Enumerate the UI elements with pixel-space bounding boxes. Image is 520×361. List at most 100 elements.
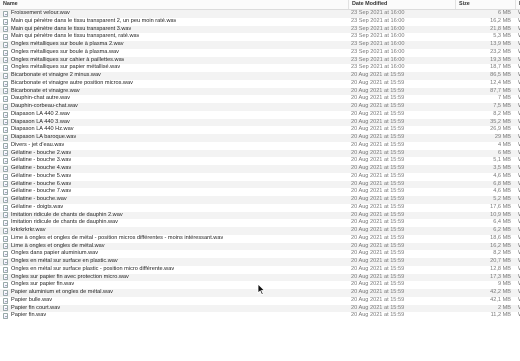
file-row[interactable]: Gélatine - bouche 4.wav 20 Aug 2021 at 15… <box>0 165 520 173</box>
file-row[interactable]: Diapason LA 440 2.wav 20 Aug 2021 at 15:5… <box>0 110 520 119</box>
file-name-cell[interactable]: Bicarbonate et vinaigre.wav <box>0 88 348 96</box>
file-name-cell[interactable]: Gélatine - bouche.wav <box>0 196 348 204</box>
file-row[interactable]: Ongles métalliques sur boule à plasma.wa… <box>0 48 520 57</box>
audio-file-icon <box>3 274 8 281</box>
column-header-date-modified[interactable]: Date Modified <box>348 0 455 9</box>
file-name-cell[interactable]: Gélatine - doigts.wav <box>0 204 348 212</box>
file-name-cell[interactable]: Dauphin-chat autre.wav <box>0 95 348 103</box>
file-row[interactable]: Gélatine - bouche 5.wav 20 Aug 2021 at 15… <box>0 172 520 181</box>
column-header-kind[interactable]: Kind <box>515 0 520 9</box>
file-name-cell[interactable]: Papier bulle.wav <box>0 297 348 305</box>
file-row[interactable]: Main qui pénètre dans le tissu transpare… <box>0 25 520 34</box>
file-size: 16,2 MB <box>490 17 511 24</box>
file-row[interactable]: Main qui pénètre dans le tissu transpare… <box>0 33 520 41</box>
file-name-cell[interactable]: Ongles dans papier aluminium.wav <box>0 250 348 258</box>
file-row[interactable]: Lime à ongles et ongles de métal.wav 20 A… <box>0 242 520 251</box>
file-row[interactable]: Gélatine - bouche 6.wav 20 Aug 2021 at 15… <box>0 180 520 189</box>
file-name-cell[interactable]: Ongles sur papier fin avec protection mi… <box>0 274 348 282</box>
file-row[interactable]: Gélatine - bouche.wav 20 Aug 2021 at 15:5… <box>0 196 520 204</box>
file-name-cell[interactable]: Imitation ridicule de chants de dauphin.… <box>0 219 348 227</box>
file-row[interactable]: Bicarbonate et vinaigre 2 minus.wav 20 Au… <box>0 72 520 80</box>
file-name-cell[interactable]: Gélatine - bouche 3.wav <box>0 157 348 165</box>
file-row[interactable]: Gélatine - bouche 3.wav 20 Aug 2021 at 15… <box>0 157 520 165</box>
file-name-cell[interactable]: Gélatine - bouche 2.wav <box>0 150 348 158</box>
file-name-cell[interactable]: Ongles sur papier fin.wav <box>0 281 348 289</box>
file-row[interactable]: Gélatine - doigts.wav 20 Aug 2021 at 15:5… <box>0 203 520 212</box>
file-date-modified: 20 Aug 2021 at 15:59 <box>351 110 405 117</box>
file-row[interactable]: Divers - jet d'eau.wav 20 Aug 2021 at 15:… <box>0 141 520 150</box>
file-row[interactable]: Papier fin.wav 20 Aug 2021 at 15:59 11,2 M… <box>0 312 520 320</box>
file-name-cell[interactable]: Ongles métalliques sur boule à plasma.wa… <box>0 49 348 57</box>
file-row[interactable]: Bicarbonate et vinaigre.wav 20 Aug 2021 a… <box>0 87 520 96</box>
file-name-cell[interactable]: Diapason LA baroque.wav <box>0 134 348 142</box>
file-name-cell[interactable]: Papier fin.wav <box>0 312 348 320</box>
audio-file-icon <box>3 49 8 56</box>
file-kind: Waveform audio <box>515 235 520 243</box>
file-name-cell[interactable]: Ongles en métal sur surface en plastic.w… <box>0 258 348 266</box>
file-name-cell[interactable]: Bicarbonate et vinaigre autre position m… <box>0 80 348 88</box>
file-row[interactable]: Ongles sur papier fin avec protection mi… <box>0 273 520 282</box>
file-name-cell[interactable]: Divers - jet d'eau.wav <box>0 142 348 150</box>
file-row[interactable]: Ongles en métal sur surface plastic - po… <box>0 265 520 274</box>
file-name-cell[interactable]: Gélatine - bouche 7.wav <box>0 188 348 196</box>
file-name-cell[interactable]: Lime à ongles et ongles de métal - posit… <box>0 235 348 243</box>
file-name-cell[interactable]: Main qui pénètre dans le tissu transpare… <box>0 26 348 34</box>
file-row[interactable]: Ongles métalliques sur boule à plasma 2.… <box>0 41 520 49</box>
file-row[interactable]: Lime à ongles et ongles de métal - posit… <box>0 234 520 243</box>
file-row[interactable]: krkrkrkrkr.wav 20 Aug 2021 at 15:59 6,2 MB… <box>0 227 520 235</box>
file-row[interactable]: Diapason LA 440 Hz.wav 20 Aug 2021 at 15:… <box>0 126 520 134</box>
file-date-modified: 20 Aug 2021 at 15:59 <box>351 157 405 164</box>
file-name-cell[interactable]: Imitation ridicule de chants de dauphin … <box>0 212 348 220</box>
file-name-cell[interactable]: Froissement velour.wav <box>0 10 348 18</box>
audio-file-icon <box>3 297 8 304</box>
file-size: 17,3 MB <box>490 273 511 280</box>
file-name-cell[interactable]: Diapason LA 440 3.wav <box>0 119 348 127</box>
column-header-size[interactable]: Size <box>455 0 515 9</box>
file-kind: Waveform audio <box>515 119 520 127</box>
file-size: 4,6 MB <box>493 188 511 195</box>
file-name-cell[interactable]: Gélatine - bouche 4.wav <box>0 165 348 173</box>
column-header-name[interactable]: Name <box>0 0 348 9</box>
file-row[interactable]: Froissement velour.wav 23 Sep 2021 at 16:… <box>0 10 520 18</box>
file-name-cell[interactable]: Lime à ongles et ongles de métal.wav <box>0 243 348 251</box>
file-date-modified: 20 Aug 2021 at 15:59 <box>351 180 405 187</box>
file-name: Froissement velour.wav <box>11 10 70 16</box>
file-kind: Waveform audio <box>515 227 520 235</box>
file-row[interactable]: Gélatine - bouche 2.wav 20 Aug 2021 at 15… <box>0 149 520 158</box>
file-date-modified: 20 Aug 2021 at 15:59 <box>351 265 405 272</box>
file-name-cell[interactable]: Dauphin-corbeau-chat.wav <box>0 103 348 111</box>
file-row[interactable]: Ongles métalliques sur papier métallisé.… <box>0 64 520 72</box>
file-name-cell[interactable]: krkrkrkrkr.wav <box>0 227 348 235</box>
file-name-cell[interactable]: Gélatine - bouche 5.wav <box>0 173 348 181</box>
file-row[interactable]: Diapason LA 440 3.wav 20 Aug 2021 at 15:5… <box>0 118 520 127</box>
file-name-cell[interactable]: Ongles métalliques sur papier métallisé.… <box>0 64 348 72</box>
file-name-cell[interactable]: Bicarbonate et vinaigre 2 minus.wav <box>0 72 348 80</box>
file-row[interactable]: Papier bulle.wav 20 Aug 2021 at 15:59 42,1… <box>0 296 520 305</box>
file-date-modified: 20 Aug 2021 at 15:59 <box>351 273 405 280</box>
file-name-cell[interactable]: Main qui pénètre dans le tissu transpare… <box>0 33 348 41</box>
file-row[interactable]: Ongles dans papier aluminium.wav 20 Aug 2… <box>0 250 520 258</box>
file-name-cell[interactable]: Gélatine - bouche 6.wav <box>0 181 348 189</box>
file-row[interactable]: Ongles en métal sur surface en plastic.w… <box>0 258 520 266</box>
file-date-modified: 20 Aug 2021 at 15:59 <box>351 203 405 210</box>
file-row[interactable]: Ongles métalliques sur cahier à paillett… <box>0 56 520 65</box>
file-name: Papier aluminium et ongles de métal.wav <box>11 289 113 295</box>
file-kind: Waveform audio <box>515 134 520 142</box>
file-row[interactable]: Bicarbonate et vinaigre autre position m… <box>0 79 520 88</box>
file-row[interactable]: Gélatine - bouche 7.wav 20 Aug 2021 at 15… <box>0 188 520 196</box>
file-name-cell[interactable]: Diapason LA 440 Hz.wav <box>0 126 348 134</box>
file-row[interactable]: Diapason LA baroque.wav 20 Aug 2021 at 15… <box>0 134 520 142</box>
file-row[interactable]: Dauphin-chat autre.wav 20 Aug 2021 at 15:… <box>0 95 520 103</box>
file-name-cell[interactable]: Papier fin court.wav <box>0 305 348 313</box>
file-name-cell[interactable]: Main qui pénètre dans le tissu transpare… <box>0 18 348 26</box>
file-name-cell[interactable]: Papier aluminium et ongles de métal.wav <box>0 289 348 297</box>
file-row[interactable]: Papier fin court.wav 20 Aug 2021 at 15:59… <box>0 304 520 313</box>
file-name-cell[interactable]: Ongles métalliques sur cahier à paillett… <box>0 57 348 65</box>
file-row[interactable]: Imitation ridicule de chants de dauphin.… <box>0 219 520 227</box>
file-name-cell[interactable]: Ongles métalliques sur boule à plasma 2.… <box>0 41 348 49</box>
file-name-cell[interactable]: Ongles en métal sur surface plastic - po… <box>0 266 348 274</box>
file-row[interactable]: Dauphin-corbeau-chat.wav 20 Aug 2021 at 1… <box>0 103 520 111</box>
file-name-cell[interactable]: Diapason LA 440 2.wav <box>0 111 348 119</box>
file-row[interactable]: Main qui pénètre dans le tissu transpare… <box>0 17 520 26</box>
file-row[interactable]: Imitation ridicule de chants de dauphin … <box>0 211 520 220</box>
